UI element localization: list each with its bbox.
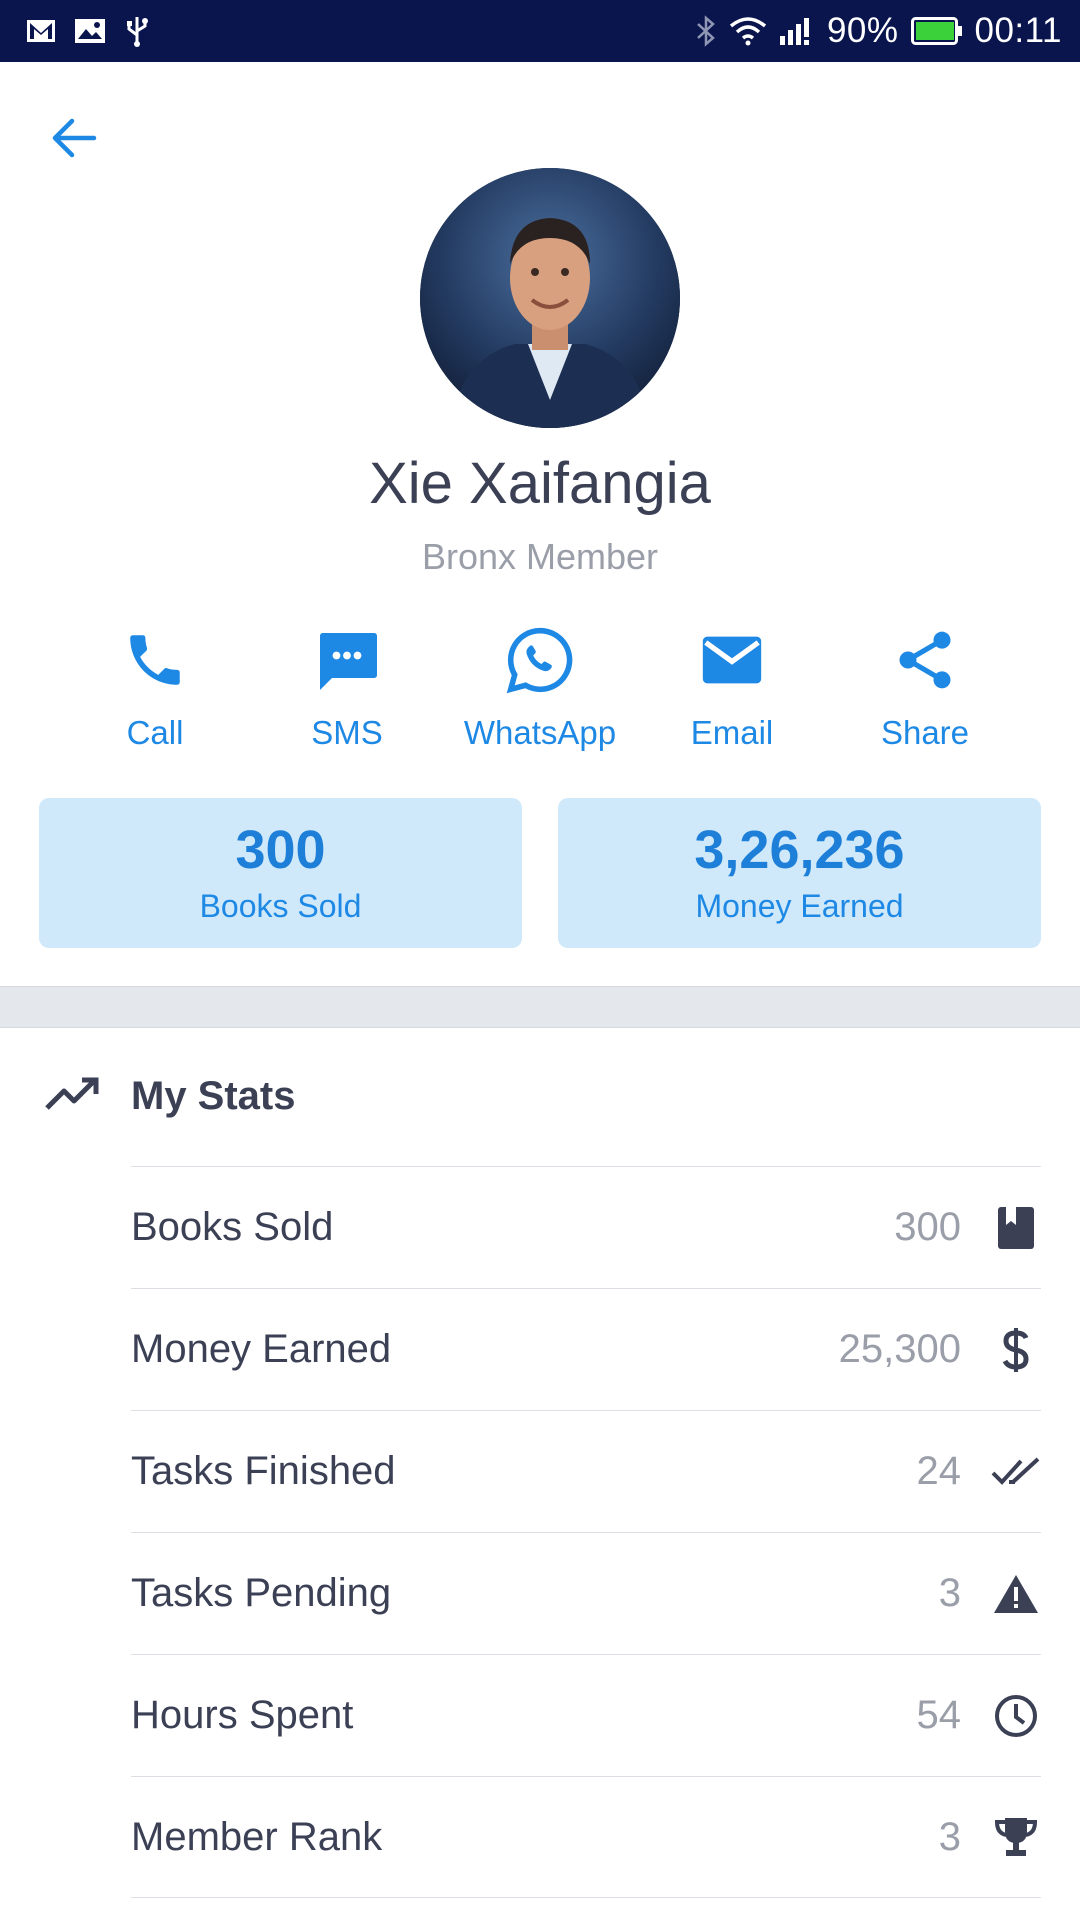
status-bar: 90% 00:11 [0,0,1080,62]
call-button[interactable]: Call [60,620,250,760]
book-icon [991,1203,1041,1253]
stats-list: Books Sold 300 Money Earned 25,300 Tasks… [131,1166,1041,1898]
share-icon [891,620,959,700]
money-earned-value: 3,26,236 [694,819,905,880]
share-button[interactable]: Share [830,620,1020,760]
stat-row-hours-spent: Hours Spent 54 [131,1654,1041,1776]
stat-label: Money Earned [131,1327,392,1371]
share-label: Share [880,714,970,751]
clock-time: 00:11 [974,11,1062,50]
stat-label: Tasks Pending [131,1571,392,1615]
profile-subtitle: Bronx Member [421,536,659,577]
phone-icon [122,620,188,700]
stat-row-books-sold: Books Sold 300 [131,1166,1041,1288]
battery-icon [910,17,963,45]
stat-value: 54 [916,1693,962,1737]
usb-icon [124,15,150,47]
avatar [420,168,680,428]
money-earned-caption: Money Earned [695,888,904,925]
email-button[interactable]: Email [637,620,827,760]
profile-name: Xie Xaifangia [369,451,711,516]
stat-value: 3 [938,1571,961,1615]
section-divider [0,986,1080,1028]
whatsapp-button[interactable]: WhatsApp [445,620,635,760]
call-label: Call [126,714,184,751]
summary-card-books: 300 Books Sold [39,798,522,948]
stats-title: My Stats [131,1074,296,1118]
email-icon [697,620,767,700]
back-button[interactable] [42,108,106,172]
bluetooth-icon [695,15,717,47]
stat-label: Member Rank [131,1814,383,1859]
gmail-icon [26,18,56,44]
stat-row-money-earned: Money Earned 25,300 [131,1288,1041,1410]
whatsapp-label: WhatsApp [463,714,617,751]
stat-label: Hours Spent [131,1693,354,1737]
books-sold-caption: Books Sold [199,888,362,925]
trophy-icon [991,1812,1041,1862]
stat-value: 24 [916,1449,962,1493]
sms-label: SMS [311,714,383,751]
books-sold-value: 300 [235,819,326,880]
warning-icon [991,1569,1041,1619]
summary-card-money: 3,26,236 Money Earned [558,798,1041,948]
clock-icon [991,1691,1041,1741]
image-icon [74,18,106,44]
stat-label: Books Sold [131,1205,334,1249]
stat-row-member-rank: Member Rank 3 [131,1776,1041,1898]
email-label: Email [690,714,774,751]
message-icon [311,620,383,700]
trending-up-icon [44,1072,102,1121]
dollar-icon [991,1325,1041,1375]
stat-value: 25,300 [838,1327,961,1371]
stat-label: Tasks Finished [131,1449,396,1493]
whatsapp-icon [503,620,577,700]
signal-icon [779,16,815,46]
stat-row-tasks-finished: Tasks Finished 24 [131,1410,1041,1532]
sms-button[interactable]: SMS [252,620,442,760]
stats-header: My Stats [0,1060,1080,1136]
double-check-icon [991,1447,1041,1497]
stat-value: 300 [894,1205,961,1249]
wifi-icon [729,16,767,46]
stat-row-tasks-pending: Tasks Pending 3 [131,1532,1041,1654]
battery-percent: 90% [826,11,899,50]
stat-value: 3 [938,1814,961,1859]
action-bar: Call SMS WhatsApp Email Share [60,620,1020,760]
arrow-left-icon [50,116,98,165]
